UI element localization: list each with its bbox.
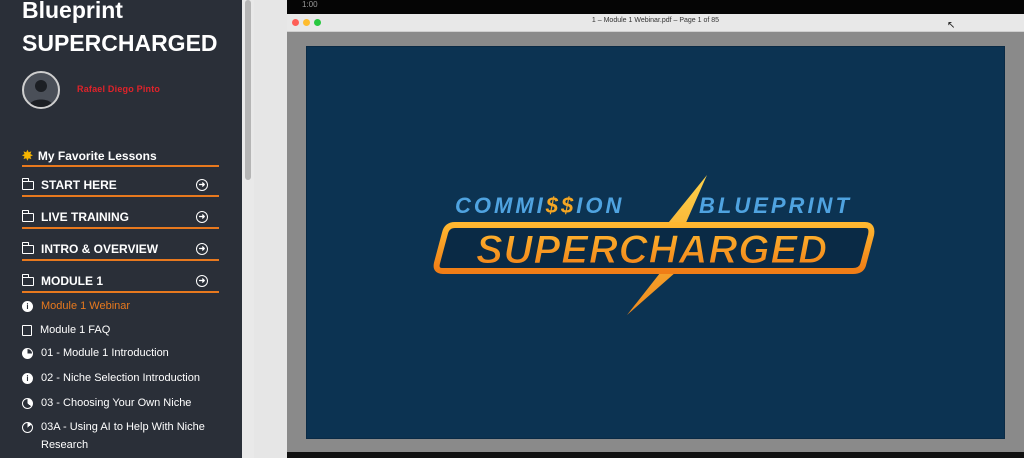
favorite-lessons-link[interactable]: ✸ My Favorite Lessons [22, 146, 219, 167]
favorite-lessons-label: My Favorite Lessons [37, 148, 157, 163]
sun-icon: ✸ [22, 148, 33, 163]
lesson-03-choosing-niche[interactable]: 03 - Choosing Your Own Niche [22, 394, 222, 412]
avatar[interactable] [22, 71, 60, 109]
user-silhouette-icon [29, 80, 53, 107]
lesson-label: 01 - Module 1 Introduction [41, 347, 169, 359]
arrow-circle-right-icon[interactable]: ➜ [196, 211, 208, 223]
progress-pie-icon [22, 348, 33, 359]
video-timestamp: 1:00 [287, 0, 1024, 14]
lesson-03a-ai-niche-research[interactable]: 03A - Using AI to Help With Niche Resear… [22, 418, 222, 454]
course-sidebar: Blueprint SUPERCHARGED Rafael Diego Pint… [0, 0, 242, 458]
lesson-label: Module 1 Webinar [41, 300, 131, 312]
course-title-line2: SUPERCHARGED [22, 30, 218, 56]
lesson-label: Module 1 FAQ [40, 324, 111, 336]
lesson-label: 03 - Choosing Your Own Niche [41, 397, 192, 409]
username[interactable]: Rafael Diego Pinto [77, 84, 160, 94]
progress-pie-icon [22, 422, 33, 433]
logo-ion: ION [576, 193, 624, 218]
logo-dollars: $$ [545, 193, 576, 218]
lesson-01-introduction[interactable]: 01 - Module 1 Introduction [22, 344, 222, 362]
pdf-slide: COMMI$$ION BLUEPRINT SUPERCHARGED [306, 46, 1005, 439]
section-label: MODULE 1 [41, 274, 104, 288]
info-circle-icon [22, 370, 33, 388]
course-title: Blueprint SUPERCHARGED [22, 0, 218, 60]
svg-text:COMMI$$ION: COMMI$$ION [455, 193, 624, 218]
logo-commi: COMMI [455, 193, 546, 218]
arrow-circle-right-icon[interactable]: ➜ [196, 243, 208, 255]
section-label: START HERE [41, 178, 117, 192]
sidebar-scrollbar[interactable] [242, 0, 254, 458]
course-title-line1: Blueprint [22, 0, 123, 23]
video-player[interactable]: 1:00 1 – Module 1 Webinar.pdf – Page 1 o… [287, 0, 1024, 458]
lesson-module-1-webinar[interactable]: Module 1 Webinar [22, 297, 222, 316]
video-bottom-bar [287, 452, 1024, 458]
commission-blueprint-logo: COMMI$$ION BLUEPRINT SUPERCHARGED [433, 175, 875, 315]
folder-icon [21, 177, 34, 190]
section-label: INTRO & OVERVIEW [41, 242, 159, 256]
section-intro-overview[interactable]: INTRO & OVERVIEW ➜ [21, 239, 219, 261]
pdf-window-title: 1 – Module 1 Webinar.pdf – Page 1 of 85 [591, 17, 720, 24]
section-live-training[interactable]: LIVE TRAINING ➜ [21, 207, 219, 229]
folder-icon [21, 241, 34, 254]
section-label: LIVE TRAINING [41, 210, 130, 224]
section-module-1[interactable]: MODULE 1 ➜ [21, 271, 219, 293]
lesson-label: 02 - Niche Selection Introduction [41, 372, 200, 384]
arrow-circle-right-icon[interactable]: ➜ [196, 275, 208, 287]
logo-blueprint: BLUEPRINT [699, 193, 852, 218]
lesson-02-niche-selection[interactable]: 02 - Niche Selection Introduction [22, 369, 222, 388]
mouse-cursor-icon: ↖ [947, 20, 956, 31]
info-circle-icon [22, 298, 33, 316]
folder-icon [21, 273, 34, 286]
lesson-module-1-faq[interactable]: Module 1 FAQ [22, 321, 222, 339]
course-page: Blueprint SUPERCHARGED Rafael Diego Pint… [0, 0, 1024, 458]
folder-icon [21, 209, 34, 222]
lesson-label: 03A - Using AI to Help With Niche Resear… [41, 421, 205, 451]
progress-pie-icon [22, 398, 33, 409]
document-icon [22, 325, 32, 336]
pdf-window-titlebar: 1 – Module 1 Webinar.pdf – Page 1 of 85 … [287, 14, 1024, 32]
logo-supercharged: SUPERCHARGED [476, 228, 828, 272]
arrow-circle-right-icon[interactable]: ➜ [196, 179, 208, 191]
scrollbar-thumb[interactable] [245, 0, 251, 180]
section-start-here[interactable]: START HERE ➜ [21, 175, 219, 197]
